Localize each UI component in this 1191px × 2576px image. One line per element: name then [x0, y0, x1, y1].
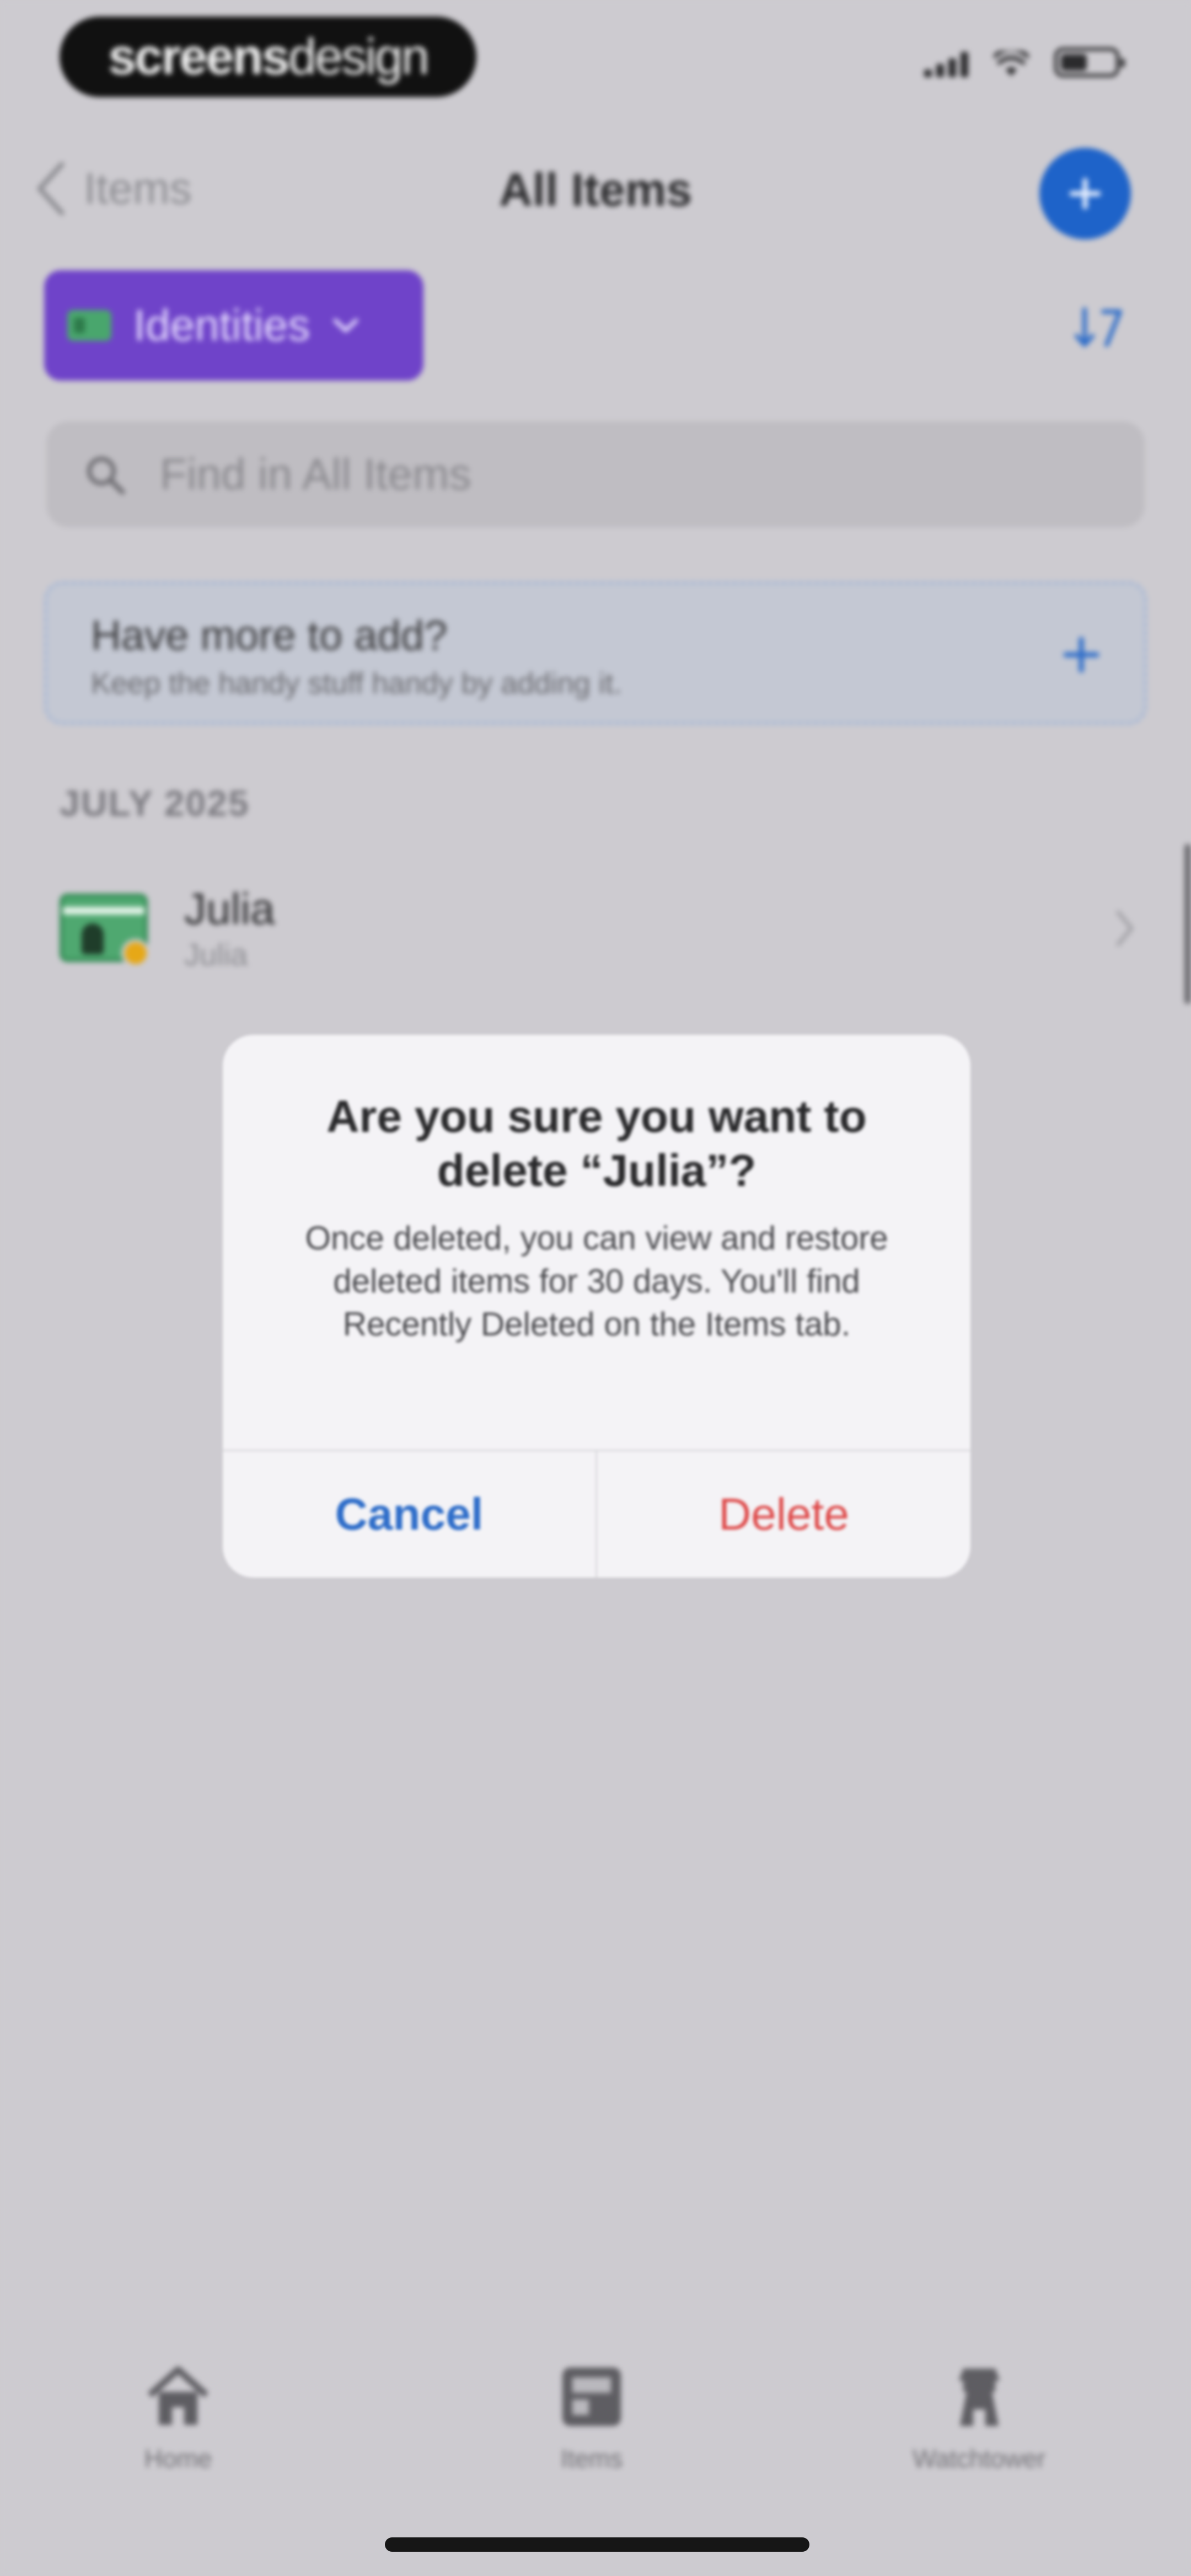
identity-card-icon [67, 310, 111, 341]
tab-watchtower[interactable]: Watchtower [913, 2361, 1045, 2473]
tab-label: Items [560, 2444, 623, 2473]
add-item-button[interactable] [1039, 148, 1131, 239]
category-filter-button[interactable]: Identities [44, 270, 423, 381]
wifi-icon [993, 47, 1030, 77]
search-icon [87, 457, 125, 495]
banner-subtitle: Keep the handy stuff handy by adding it. [91, 667, 622, 700]
brand-watermark: screens design [60, 17, 476, 97]
plus-icon [1069, 178, 1101, 210]
filter-label: Identities [133, 301, 310, 350]
list-item[interactable]: Julia Julia [0, 866, 1191, 993]
plus-icon [1063, 637, 1099, 673]
delete-confirmation-dialog: Are you sure you want to delete “Julia”?… [223, 1035, 970, 1578]
chevron-down-icon [333, 318, 358, 333]
items-icon [562, 2367, 621, 2426]
scroll-indicator[interactable] [1184, 844, 1191, 1004]
chevron-right-icon [1116, 910, 1134, 947]
tab-label: Home [144, 2444, 212, 2473]
page-title: All Items [498, 164, 693, 216]
status-icons [924, 47, 1125, 77]
battery-icon [1054, 47, 1125, 77]
identity-card-icon [60, 894, 150, 968]
item-subtitle: Julia [184, 937, 248, 972]
watchtower-icon [958, 2369, 1000, 2426]
search-placeholder: Find in All Items [160, 450, 471, 499]
home-indicator[interactable] [385, 2537, 809, 2552]
tab-items[interactable]: Items [556, 2361, 627, 2473]
delete-button[interactable]: Delete [597, 1451, 970, 1578]
section-header: JULY 2025 [60, 783, 250, 824]
dialog-title: Are you sure you want to delete “Julia”? [326, 1092, 867, 1196]
tab-home[interactable]: Home [142, 2361, 214, 2473]
sort-icon[interactable] [1072, 306, 1123, 350]
banner-title: Have more to add? [91, 612, 448, 659]
tab-label: Watchtower [913, 2444, 1046, 2473]
add-more-banner[interactable]: Have more to add? Keep the handy stuff h… [44, 581, 1147, 725]
favorite-badge-icon [121, 939, 150, 968]
cancel-button[interactable]: Cancel [223, 1451, 596, 1578]
search-field[interactable]: Find in All Items [46, 421, 1145, 527]
cellular-signal-icon [924, 51, 968, 77]
brand-light: design [288, 28, 430, 85]
house-icon [147, 2366, 209, 2425]
dialog-message: Once deleted, you can view and restore d… [305, 1220, 888, 1343]
item-title: Julia [184, 884, 275, 933]
brand-bold: screens [108, 28, 290, 85]
